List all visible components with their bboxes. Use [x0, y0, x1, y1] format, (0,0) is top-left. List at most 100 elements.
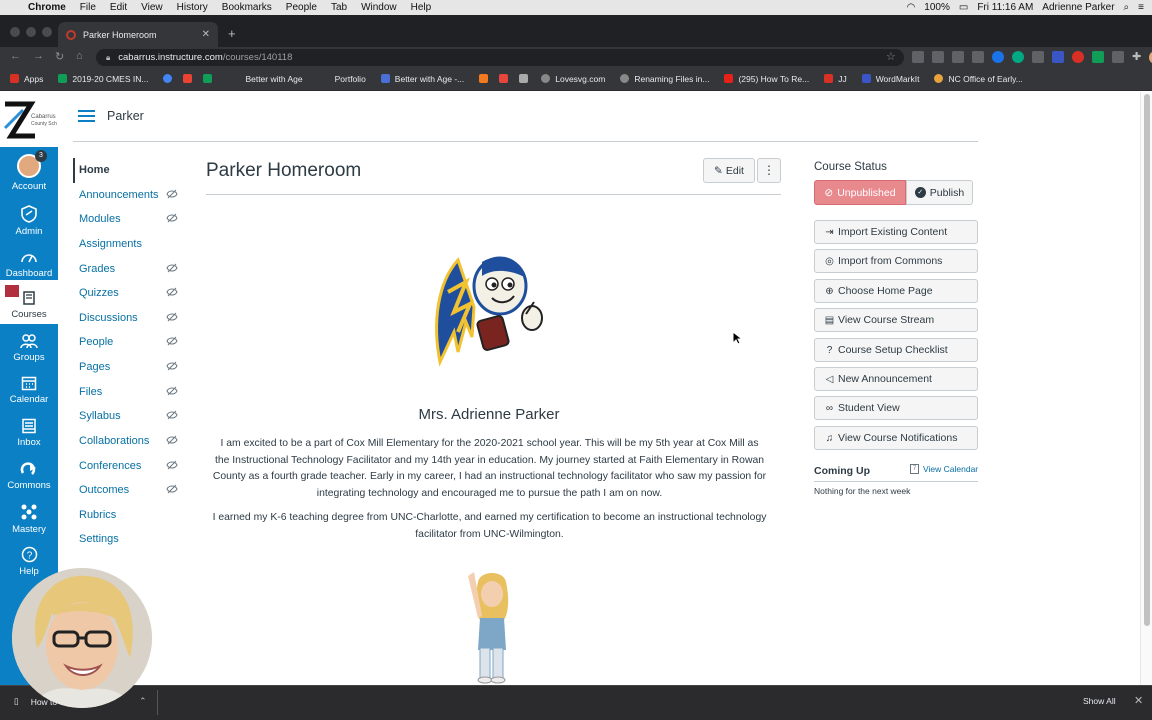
global-nav-groups[interactable]: Groups: [0, 333, 58, 363]
menu-tab[interactable]: Tab: [331, 2, 347, 13]
view-course-stream-button[interactable]: ▤ View Course Stream: [814, 308, 978, 332]
course-nav-pages[interactable]: Pages: [79, 361, 110, 373]
extension-icon[interactable]: [1112, 51, 1124, 63]
extension-icon[interactable]: [1012, 51, 1024, 63]
bookmark-item[interactable]: Lovesvg.com: [541, 74, 605, 84]
scrollbar-thumb[interactable]: [1144, 94, 1150, 626]
bookmark-item[interactable]: [499, 74, 513, 83]
bookmark-item[interactable]: [183, 74, 197, 83]
school-logo[interactable]: Cabarrus County Schools: [0, 92, 58, 147]
extension-icon[interactable]: [972, 51, 984, 63]
menu-window[interactable]: Window: [361, 2, 397, 13]
bookmark-item[interactable]: [163, 74, 177, 83]
import-existing-content-button[interactable]: ⇥ Import Existing Content: [814, 220, 978, 244]
course-nav-collaborations[interactable]: Collaborations: [79, 435, 149, 447]
window-zoom-button[interactable]: [42, 27, 52, 37]
course-nav-conferences[interactable]: Conferences: [79, 460, 141, 472]
bookmark-item[interactable]: [479, 74, 493, 83]
bookmark-item[interactable]: NC Office of Early...: [934, 74, 1023, 84]
menu-bookmarks[interactable]: Bookmarks: [222, 2, 272, 13]
course-nav-syllabus[interactable]: Syllabus: [79, 410, 121, 422]
publish-button[interactable]: ✓ Publish: [906, 180, 973, 205]
bookmark-item[interactable]: [203, 74, 217, 83]
import-from-commons-button[interactable]: ◎ Import from Commons: [814, 249, 978, 273]
extension-icon[interactable]: [932, 51, 944, 63]
extension-icon[interactable]: [1072, 51, 1084, 63]
course-nav-outcomes[interactable]: Outcomes: [79, 484, 129, 496]
reload-icon[interactable]: ↻: [55, 50, 64, 63]
course-nav-quizzes[interactable]: Quizzes: [79, 287, 119, 299]
menu-app-name[interactable]: Chrome: [28, 2, 66, 13]
bookmark-item[interactable]: [519, 74, 533, 83]
menu-view[interactable]: View: [141, 2, 163, 13]
course-nav-home[interactable]: Home: [79, 164, 110, 176]
menu-file[interactable]: File: [80, 2, 96, 13]
extension-icon[interactable]: [992, 51, 1004, 63]
new-tab-icon[interactable]: +: [228, 26, 236, 41]
menubar-user[interactable]: Adrienne Parker: [1042, 2, 1114, 13]
extension-icon[interactable]: [952, 51, 964, 63]
bookmark-star-icon[interactable]: ☆: [886, 50, 896, 63]
bookmark-item[interactable]: Apps: [10, 74, 43, 84]
show-all-downloads-button[interactable]: Show All: [1083, 696, 1116, 706]
browser-tab-active[interactable]: Parker Homeroom ✕: [58, 22, 218, 47]
close-downloads-icon[interactable]: ✕: [1134, 694, 1143, 707]
global-nav-inbox[interactable]: Inbox: [0, 418, 58, 448]
bookmark-item[interactable]: (295) How To Re...: [724, 74, 809, 84]
view-course-notifications-button[interactable]: ♫ View Course Notifications: [814, 426, 978, 450]
spotlight-icon[interactable]: ⌕: [1124, 2, 1130, 13]
wifi-icon[interactable]: ◠: [907, 2, 916, 13]
more-options-icon[interactable]: ⋮: [757, 158, 781, 183]
bookmark-item[interactable]: Better with Age: [245, 74, 302, 84]
battery-percent[interactable]: 100%: [924, 2, 950, 13]
course-setup-checklist-button[interactable]: ? Course Setup Checklist: [814, 338, 978, 362]
student-view-button[interactable]: ∞ Student View: [814, 396, 978, 420]
menubar-clock[interactable]: Fri 11:16 AM: [977, 2, 1033, 13]
course-nav-settings[interactable]: Settings: [79, 533, 119, 545]
course-nav-assignments[interactable]: Assignments: [79, 238, 142, 250]
course-nav-announcements[interactable]: Announcements: [79, 189, 159, 201]
window-close-button[interactable]: [10, 27, 20, 37]
global-nav-dashboard[interactable]: Dashboard: [0, 249, 58, 279]
extension-icon[interactable]: [1032, 51, 1044, 63]
menu-people[interactable]: People: [286, 2, 317, 13]
course-nav-files[interactable]: Files: [79, 386, 102, 398]
view-calendar-link[interactable]: 7 View Calendar: [910, 464, 978, 474]
bookmark-item[interactable]: Renaming Files in...: [620, 74, 709, 84]
global-nav-mastery[interactable]: Mastery: [0, 503, 58, 535]
extension-icon[interactable]: [912, 51, 924, 63]
global-nav-account[interactable]: 3 Account: [0, 150, 58, 192]
forward-icon[interactable]: →: [33, 50, 44, 62]
course-nav-discussions[interactable]: Discussions: [79, 312, 138, 324]
control-center-icon[interactable]: ≡: [1138, 2, 1144, 13]
extension-icon[interactable]: [1092, 51, 1104, 63]
course-nav-people[interactable]: People: [79, 336, 113, 348]
lock-icon[interactable]: 🔒︎: [106, 53, 110, 63]
breadcrumb[interactable]: Parker: [107, 109, 144, 123]
bookmark-item[interactable]: WordMarkIt: [861, 74, 919, 84]
bookmark-item[interactable]: 2019-20 CMES IN...: [58, 74, 148, 84]
menu-edit[interactable]: Edit: [110, 2, 127, 13]
course-nav-modules[interactable]: Modules: [79, 213, 121, 225]
address-bar[interactable]: 🔒︎ cabarrus.instructure.com/courses/1401…: [96, 49, 904, 66]
tab-close-icon[interactable]: ✕: [202, 29, 210, 40]
global-nav-courses[interactable]: Courses: [0, 280, 58, 324]
bookmark-item[interactable]: Better with Age -...: [380, 74, 464, 84]
chevron-up-icon[interactable]: ⌃: [139, 696, 147, 707]
bookmark-item[interactable]: JJ: [824, 74, 847, 84]
global-nav-calendar[interactable]: Calendar: [0, 375, 58, 405]
bookmark-item[interactable]: Portfolio: [335, 74, 366, 84]
extension-icon[interactable]: [1052, 51, 1064, 63]
new-announcement-button[interactable]: ◁ New Announcement: [814, 367, 978, 391]
course-nav-rubrics[interactable]: Rubrics: [79, 509, 116, 521]
window-minimize-button[interactable]: [26, 27, 36, 37]
menu-history[interactable]: History: [177, 2, 208, 13]
choose-home-page-button[interactable]: ⊕ Choose Home Page: [814, 279, 978, 303]
extensions-puzzle-icon[interactable]: ✚: [1132, 51, 1141, 64]
home-icon[interactable]: ⌂: [76, 50, 83, 62]
global-nav-admin[interactable]: Admin: [0, 205, 58, 237]
global-nav-commons[interactable]: Commons: [0, 461, 58, 491]
unpublished-button[interactable]: ⊘ Unpublished: [814, 180, 906, 205]
course-menu-toggle-icon[interactable]: [78, 110, 95, 122]
back-icon[interactable]: ←: [10, 50, 21, 62]
